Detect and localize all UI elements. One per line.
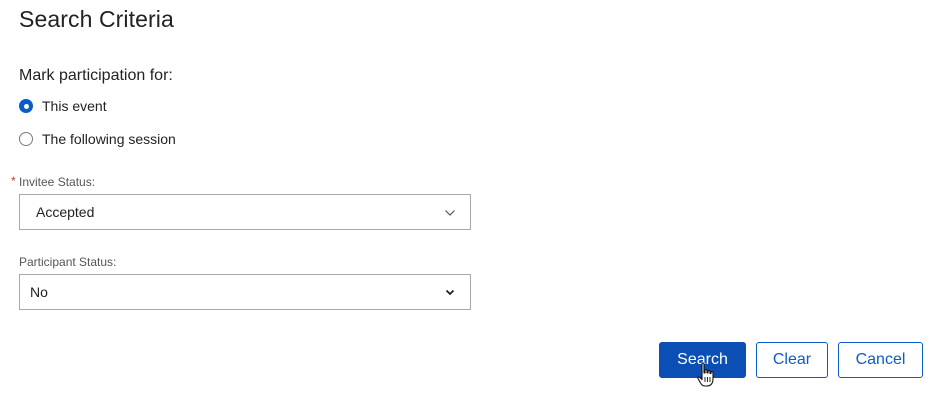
invitee-status-label: Invitee Status: [19, 175, 96, 189]
participant-status-value: No [30, 284, 48, 300]
radio-option-this-event[interactable]: This event [19, 98, 107, 114]
chevron-down-icon [445, 289, 455, 296]
invitee-status-value: Accepted [36, 204, 95, 220]
required-marker: * [11, 174, 16, 188]
radio-option-label: This event [42, 98, 107, 114]
participant-status-select[interactable]: No [19, 274, 471, 310]
page-title: Search Criteria [19, 6, 174, 32]
search-criteria-panel: Search Criteria Mark participation for: … [0, 0, 944, 400]
chevron-down-icon [445, 210, 455, 216]
clear-button[interactable]: Clear [756, 342, 828, 378]
radio-checked-icon[interactable] [19, 99, 33, 113]
participation-label: Mark participation for: [19, 67, 173, 84]
radio-option-label: The following session [42, 131, 176, 147]
cancel-button[interactable]: Cancel [838, 342, 923, 378]
search-button[interactable]: Search [659, 342, 746, 378]
radio-option-following-session[interactable]: The following session [19, 131, 176, 147]
participant-status-label: Participant Status: [19, 255, 117, 269]
radio-unchecked-icon[interactable] [19, 132, 33, 146]
invitee-status-select[interactable]: Accepted [19, 194, 471, 230]
